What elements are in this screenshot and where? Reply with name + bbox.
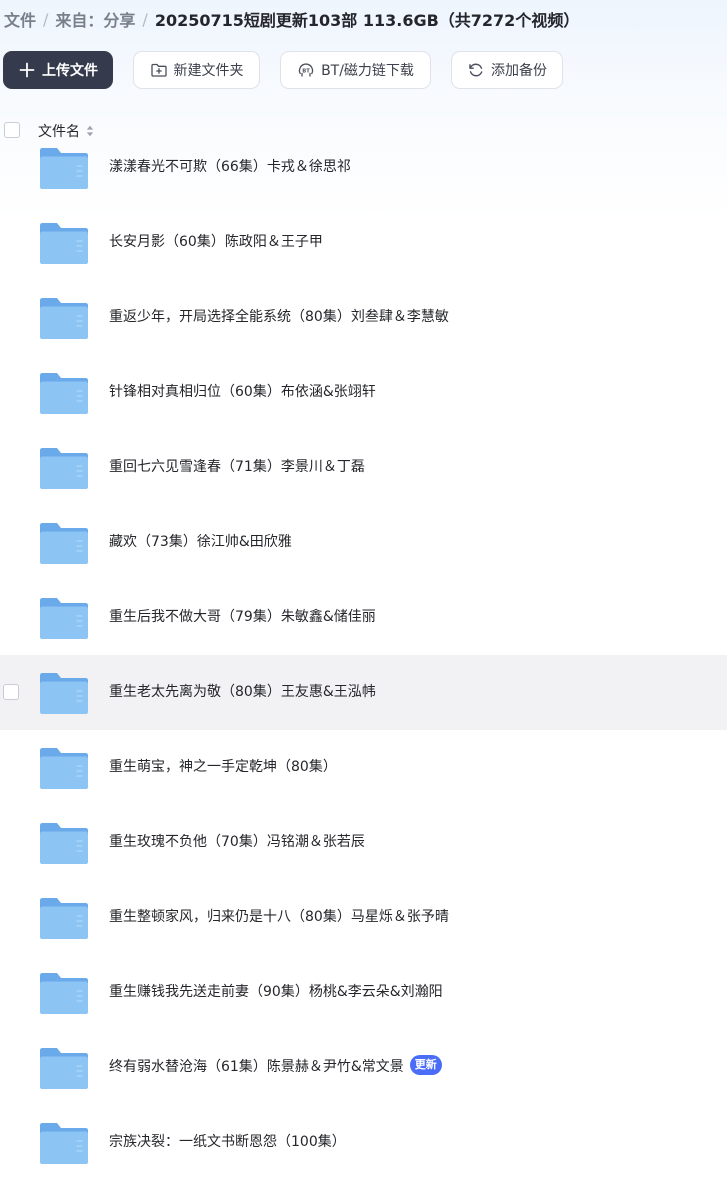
- file-name[interactable]: 重生老太先离为敬（80集）王友惠&王泓帏: [109, 655, 376, 730]
- folder-icon: [40, 372, 88, 414]
- folder-icon: [40, 297, 88, 339]
- file-row[interactable]: 重生赚钱我先送走前妻（90集）杨桃&李云朵&刘瀚阳: [0, 955, 727, 1030]
- file-name-text: 重回七六见雪逢春（71集）李景川＆丁磊: [109, 459, 365, 475]
- file-row[interactable]: 重生整顿家风，归来仍是十八（80集）马星烁＆张予晴: [0, 880, 727, 955]
- folder-icon: [40, 522, 88, 564]
- upload-file-label: 上传文件: [42, 63, 98, 79]
- row-checkbox[interactable]: [3, 684, 19, 700]
- breadcrumb-root[interactable]: 文件: [4, 7, 36, 31]
- update-badge: 更新: [409, 1055, 442, 1075]
- breadcrumb-source[interactable]: 来自：分享: [55, 7, 135, 31]
- folder-icon: [40, 822, 88, 864]
- file-name-text: 长安月影（60集）陈政阳＆王子甲: [109, 234, 323, 250]
- folder-icon: [40, 672, 88, 714]
- file-row[interactable]: 重回七六见雪逢春（71集）李景川＆丁磊: [0, 430, 727, 505]
- file-name[interactable]: 长安月影（60集）陈政阳＆王子甲: [109, 205, 323, 280]
- file-name-text: 重生赚钱我先送走前妻（90集）杨桃&李云朵&刘瀚阳: [109, 984, 443, 1000]
- file-name-text: 针锋相对真相归位（60集）布依涵&张翊轩: [109, 384, 376, 400]
- file-row[interactable]: 针锋相对真相归位（60集）布依涵&张翊轩: [0, 355, 727, 430]
- folder-icon: [40, 747, 88, 789]
- folder-plus-icon: [150, 61, 168, 79]
- file-row[interactable]: 重生老太先离为敬（80集）王友惠&王泓帏: [0, 655, 727, 730]
- file-name[interactable]: 重生玫瑰不负他（70集）冯铭潮＆张若辰: [109, 805, 365, 880]
- sync-icon: [467, 61, 485, 79]
- file-name[interactable]: 宗族决裂：一纸文书断恩怨（100集）: [109, 1105, 346, 1180]
- file-name[interactable]: 针锋相对真相归位（60集）布依涵&张翊轩: [109, 355, 376, 430]
- folder-icon: [40, 447, 88, 489]
- file-name-text: 藏欢（73集）徐江帅&田欣雅: [109, 534, 292, 550]
- file-name[interactable]: 重生整顿家风，归来仍是十八（80集）马星烁＆张予晴: [109, 880, 449, 955]
- file-name[interactable]: 终有弱水替沧海（61集）陈景赫＆尹竹&常文景 更新: [109, 1030, 442, 1105]
- file-name-text: 重返少年，开局选择全能系统（80集）刘叁肆＆李慧敏: [109, 309, 449, 325]
- add-backup-label: 添加备份: [491, 63, 547, 79]
- bt-magnet-download-button[interactable]: BT BT/磁力链下载: [280, 51, 431, 89]
- file-row[interactable]: 重返少年，开局选择全能系统（80集）刘叁肆＆李慧敏: [0, 280, 727, 355]
- file-name[interactable]: 重返少年，开局选择全能系统（80集）刘叁肆＆李慧敏: [109, 280, 449, 355]
- file-name-text: 宗族决裂：一纸文书断恩怨（100集）: [109, 1134, 346, 1150]
- file-name[interactable]: 重生赚钱我先送走前妻（90集）杨桃&李云朵&刘瀚阳: [109, 955, 443, 1030]
- breadcrumb: 文件 / 来自：分享 / 20250715短剧更新103部 113.6GB（共7…: [4, 7, 580, 31]
- file-name-text: 重生萌宝，神之一手定乾坤（80集）: [109, 759, 337, 775]
- file-row[interactable]: 重生萌宝，神之一手定乾坤（80集）: [0, 730, 727, 805]
- toolbar: 上传文件 新建文件夹 BT BT/磁力链下载 添加备份: [3, 51, 583, 89]
- file-row[interactable]: 重生玫瑰不负他（70集）冯铭潮＆张若辰: [0, 805, 727, 880]
- file-name[interactable]: 重生后我不做大哥（79集）朱敏鑫&储佳丽: [109, 580, 376, 655]
- new-folder-button[interactable]: 新建文件夹: [133, 51, 260, 89]
- file-name[interactable]: 漾漾春光不可欺（66集）卡戎＆徐思祁: [109, 130, 351, 205]
- file-row[interactable]: 终有弱水替沧海（61集）陈景赫＆尹竹&常文景 更新: [0, 1030, 727, 1105]
- file-name-text: 重生玫瑰不负他（70集）冯铭潮＆张若辰: [109, 834, 365, 850]
- add-backup-button[interactable]: 添加备份: [451, 51, 563, 89]
- folder-icon: [40, 222, 88, 264]
- new-folder-label: 新建文件夹: [173, 63, 244, 79]
- file-name-text: 重生后我不做大哥（79集）朱敏鑫&储佳丽: [109, 609, 376, 625]
- file-name[interactable]: 重回七六见雪逢春（71集）李景川＆丁磊: [109, 430, 365, 505]
- file-row[interactable]: 长安月影（60集）陈政阳＆王子甲: [0, 205, 727, 280]
- upload-file-button[interactable]: 上传文件: [3, 51, 113, 89]
- file-row[interactable]: 重生后我不做大哥（79集）朱敏鑫&储佳丽: [0, 580, 727, 655]
- file-name-text: 终有弱水替沧海（61集）陈景赫＆尹竹&常文景: [109, 1059, 404, 1075]
- folder-icon: [40, 972, 88, 1014]
- file-name[interactable]: 重生萌宝，神之一手定乾坤（80集）: [109, 730, 337, 805]
- folder-icon: [40, 1122, 88, 1164]
- file-name-text: 漾漾春光不可欺（66集）卡戎＆徐思祁: [109, 159, 351, 175]
- file-name[interactable]: 藏欢（73集）徐江帅&田欣雅: [109, 505, 292, 580]
- folder-icon: [40, 1047, 88, 1089]
- file-name-text: 重生整顿家风，归来仍是十八（80集）马星烁＆张予晴: [109, 909, 449, 925]
- file-name-text: 重生老太先离为敬（80集）王友惠&王泓帏: [109, 684, 376, 700]
- bt-magnet-download-label: BT/磁力链下载: [321, 63, 414, 79]
- bt-icon: BT: [297, 61, 315, 79]
- file-row[interactable]: 藏欢（73集）徐江帅&田欣雅: [0, 505, 727, 580]
- breadcrumb-separator: /: [43, 9, 49, 29]
- folder-icon: [40, 597, 88, 639]
- folder-icon: [40, 897, 88, 939]
- file-row[interactable]: 漾漾春光不可欺（66集）卡戎＆徐思祁: [0, 130, 727, 205]
- file-list: 漾漾春光不可欺（66集）卡戎＆徐思祁 长安月影（60集）陈政阳＆王子甲重返少年，开…: [0, 130, 727, 1180]
- folder-icon: [40, 147, 88, 189]
- plus-icon: [18, 61, 36, 79]
- svg-text:BT: BT: [302, 68, 310, 74]
- breadcrumb-current-folder: 20250715短剧更新103部 113.6GB（共7272个视频）: [154, 11, 580, 30]
- file-row[interactable]: 宗族决裂：一纸文书断恩怨（100集）: [0, 1105, 727, 1180]
- breadcrumb-separator: /: [142, 9, 148, 29]
